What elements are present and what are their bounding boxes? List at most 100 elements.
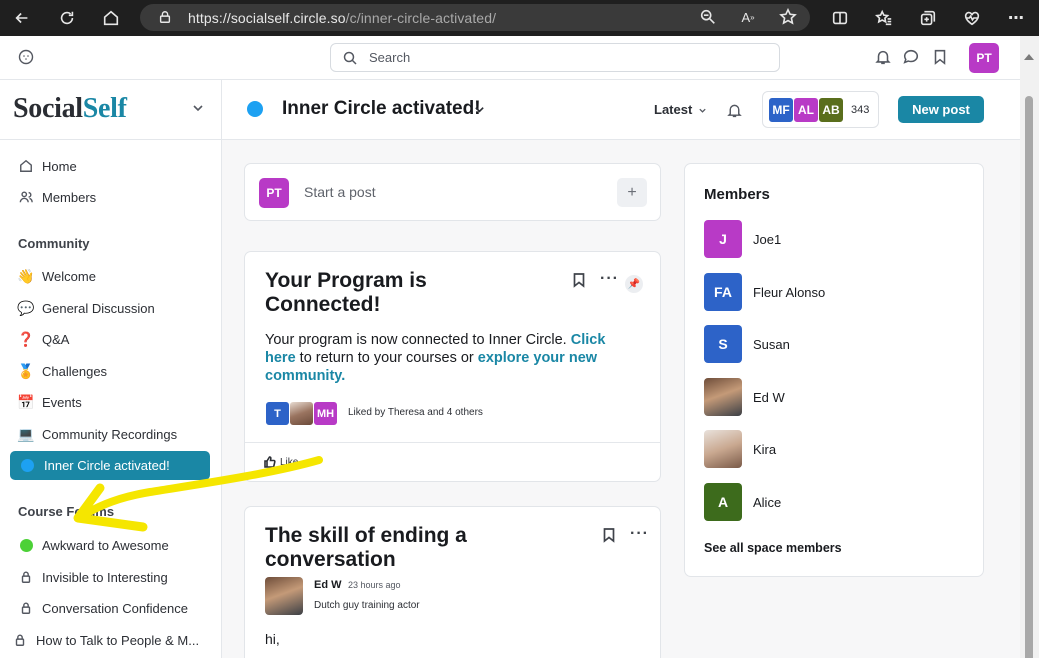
avatar xyxy=(704,430,742,468)
post-card: Your Program is Connected! ··· 📌 Your pr… xyxy=(244,251,661,482)
scroll-thumb[interactable] xyxy=(1025,96,1033,658)
back-arrow-icon[interactable] xyxy=(11,7,33,29)
sidebar-item-home[interactable]: Home xyxy=(18,155,77,177)
space-title[interactable]: Inner Circle activated! xyxy=(282,98,481,120)
author-avatar[interactable] xyxy=(265,577,303,615)
member-item[interactable]: J Joe1 xyxy=(704,220,781,258)
sidebar: SocialSelf Home Members Community 👋 Welc… xyxy=(0,80,222,658)
see-all-members-link[interactable]: See all space members xyxy=(704,541,842,555)
sidebar-item-members[interactable]: Members xyxy=(18,186,96,208)
avatar xyxy=(289,401,314,426)
member-item[interactable]: A Alice xyxy=(704,483,781,521)
composer-placeholder[interactable]: Start a post xyxy=(304,184,376,200)
speech-balloon-icon: 💬 xyxy=(17,299,35,316)
member-item[interactable]: S Susan xyxy=(704,325,790,363)
read-aloud-icon[interactable]: A» xyxy=(737,6,759,28)
app-top-bar: Search PT xyxy=(0,36,1020,80)
more-menu-icon[interactable]: ⋯ xyxy=(1005,7,1027,29)
zoom-out-icon[interactable] xyxy=(697,6,719,28)
notifications-bell-icon[interactable] xyxy=(874,48,892,66)
post-body: Your program is now connected to Inner C… xyxy=(265,332,606,384)
avatar: S xyxy=(704,325,742,363)
refresh-icon[interactable] xyxy=(56,7,78,29)
blue-circle-icon xyxy=(247,101,263,117)
chat-bubble-icon[interactable] xyxy=(902,48,920,66)
sidebar-item-general-discussion[interactable]: 💬 General Discussion xyxy=(17,297,154,319)
lock-icon xyxy=(159,11,171,23)
likers-avatars[interactable]: T MH xyxy=(265,401,338,426)
avatar: MH xyxy=(313,401,338,426)
member-item[interactable]: FA Fleur Alonso xyxy=(704,273,825,311)
question-mark-icon: ❓ xyxy=(17,330,35,347)
lock-icon xyxy=(18,600,34,616)
post-body: hi, xyxy=(265,631,280,647)
sidebar-item-qa[interactable]: ❓ Q&A xyxy=(17,328,69,350)
more-options-icon[interactable]: ··· xyxy=(630,525,649,543)
author-name[interactable]: Ed W xyxy=(314,579,342,591)
course-forums-heading: Course Forums xyxy=(18,504,115,519)
collections-icon[interactable] xyxy=(917,7,939,29)
scroll-up-arrow[interactable] xyxy=(1024,54,1034,60)
more-options-icon[interactable]: ··· xyxy=(600,270,619,288)
liked-by-text[interactable]: Liked by Theresa and 4 others xyxy=(348,407,483,418)
page-scrollbar[interactable] xyxy=(1020,36,1039,658)
member-item[interactable]: Kira xyxy=(704,430,776,468)
member-count: 343 xyxy=(851,104,870,116)
sidebar-item-events[interactable]: 📅 Events xyxy=(17,391,81,413)
lock-icon xyxy=(18,569,34,585)
members-panel: Members J Joe1 FA Fleur Alonso S Susan E… xyxy=(684,163,984,577)
waving-hand-icon: 👋 xyxy=(17,267,35,284)
search-icon xyxy=(343,51,357,65)
sidebar-item-invisible-to-interesting[interactable]: Invisible to Interesting xyxy=(18,566,168,588)
sidebar-item-challenges[interactable]: 🏅 Challenges xyxy=(17,360,107,382)
browser-toolbar: https://socialself.circle.so/c/inner-cir… xyxy=(0,0,1039,36)
sidebar-item-community-recordings[interactable]: 💻 Community Recordings xyxy=(17,423,177,445)
chevron-down-icon[interactable] xyxy=(698,106,707,115)
avatar: AB xyxy=(818,97,844,123)
sidebar-item-welcome[interactable]: 👋 Welcome xyxy=(17,265,96,287)
author-bio: Dutch guy training actor xyxy=(314,600,420,611)
emoji-smile-icon[interactable] xyxy=(18,49,34,65)
chevron-down-icon[interactable] xyxy=(474,104,485,115)
space-notifications-bell-icon[interactable] xyxy=(726,102,744,120)
like-button[interactable]: Like xyxy=(264,456,298,468)
post-timestamp: 23 hours ago xyxy=(348,580,401,590)
sidebar-item-awkward-to-awesome[interactable]: Awkward to Awesome xyxy=(18,534,169,556)
bookmark-icon[interactable] xyxy=(601,527,619,545)
brand-logo[interactable]: SocialSelf xyxy=(13,93,127,125)
search-input[interactable]: Search xyxy=(330,43,780,72)
split-screen-icon[interactable] xyxy=(829,7,851,29)
address-bar[interactable]: https://socialself.circle.so/c/inner-cir… xyxy=(140,4,810,31)
post-title[interactable]: Your Program is Connected! xyxy=(265,269,545,317)
space-members-stack[interactable]: MF AL AB 343 xyxy=(762,91,879,128)
lock-icon xyxy=(12,632,28,648)
avatar xyxy=(704,378,742,416)
avatar: MF xyxy=(768,97,794,123)
home-browser-icon[interactable] xyxy=(100,7,122,29)
sidebar-item-inner-circle-activated[interactable]: Inner Circle activated! xyxy=(10,451,210,480)
post-composer[interactable]: PT Start a post + xyxy=(244,163,661,221)
favorites-icon[interactable] xyxy=(873,7,895,29)
bookmark-icon[interactable] xyxy=(931,48,949,66)
chevron-down-icon[interactable] xyxy=(192,102,204,114)
members-panel-title: Members xyxy=(704,186,770,203)
new-post-button[interactable]: New post xyxy=(898,96,984,123)
community-heading: Community xyxy=(18,236,90,251)
green-dot-icon xyxy=(19,538,33,552)
user-avatar[interactable]: PT xyxy=(969,43,999,73)
health-icon[interactable] xyxy=(961,7,983,29)
bookmark-icon[interactable] xyxy=(571,272,589,290)
avatar: A xyxy=(704,483,742,521)
add-attachment-button[interactable]: + xyxy=(617,178,647,207)
avatar: AL xyxy=(793,97,819,123)
sidebar-item-conversation-confidence[interactable]: Conversation Confidence xyxy=(18,597,188,619)
post-card: The skill of ending a conversation ··· E… xyxy=(244,506,661,658)
medal-icon: 🏅 xyxy=(17,362,35,379)
sort-dropdown[interactable]: Latest xyxy=(654,102,692,117)
favorite-star-icon[interactable] xyxy=(777,6,799,28)
blue-circle-icon xyxy=(21,459,34,472)
sidebar-item-how-to-talk-to-people[interactable]: How to Talk to People & M... xyxy=(12,629,199,651)
member-item[interactable]: Ed W xyxy=(704,378,785,416)
thumbs-up-icon xyxy=(264,456,276,468)
post-title[interactable]: The skill of ending a conversation xyxy=(265,524,565,572)
